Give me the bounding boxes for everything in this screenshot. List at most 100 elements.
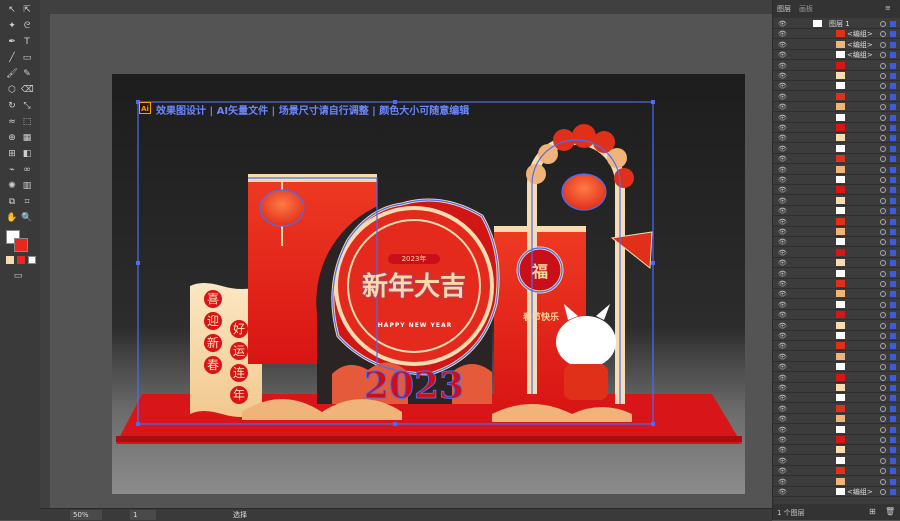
- selection-indicator[interactable]: [890, 156, 896, 163]
- artboard-navigator[interactable]: 1: [130, 510, 156, 520]
- delete-layer-icon[interactable]: 🗑: [885, 507, 895, 516]
- target-circle-icon[interactable]: [880, 239, 886, 246]
- visibility-eye-icon[interactable]: 👁: [778, 394, 787, 402]
- target-circle-icon[interactable]: [880, 52, 886, 59]
- visibility-eye-icon[interactable]: 👁: [778, 186, 787, 194]
- selection-indicator[interactable]: [890, 457, 896, 464]
- visibility-eye-icon[interactable]: 👁: [778, 415, 787, 423]
- layer-row[interactable]: 👁: [773, 300, 900, 310]
- selection-indicator[interactable]: [890, 62, 896, 69]
- layer-row[interactable]: 👁: [773, 185, 900, 196]
- visibility-eye-icon[interactable]: 👁: [778, 384, 787, 392]
- layer-row[interactable]: 👁: [773, 258, 900, 269]
- layer-row[interactable]: 👁: [773, 248, 900, 258]
- visibility-eye-icon[interactable]: 👁: [778, 20, 787, 28]
- layer-row[interactable]: 👁: [773, 477, 900, 487]
- layer-row[interactable]: 👁: [773, 165, 900, 175]
- visibility-eye-icon[interactable]: 👁: [778, 332, 787, 340]
- visibility-eye-icon[interactable]: 👁: [778, 176, 787, 184]
- layer-row[interactable]: 👁: [773, 237, 900, 248]
- layer-row[interactable]: 👁: [773, 279, 900, 289]
- artboard[interactable]: Ai 效果图设计 | AI矢量文件 | 场景尺寸请自行调整 | 颜色大小可随意编…: [112, 74, 745, 494]
- selection-indicator[interactable]: [890, 197, 896, 204]
- target-circle-icon[interactable]: [880, 405, 886, 412]
- visibility-eye-icon[interactable]: 👁: [778, 467, 787, 475]
- selection-indicator[interactable]: [890, 426, 896, 433]
- target-circle-icon[interactable]: [880, 93, 886, 100]
- selection-indicator[interactable]: [890, 208, 896, 215]
- visibility-eye-icon[interactable]: 👁: [778, 82, 787, 90]
- lasso-tool-icon[interactable]: ᘓ: [21, 20, 33, 32]
- visibility-eye-icon[interactable]: 👁: [778, 166, 787, 174]
- target-circle-icon[interactable]: [880, 145, 886, 152]
- artboard-tool-icon[interactable]: ⧉: [6, 196, 18, 208]
- visibility-eye-icon[interactable]: 👁: [778, 72, 787, 80]
- layer-row[interactable]: 👁: [773, 456, 900, 466]
- layer-row[interactable]: 👁: [773, 133, 900, 144]
- selection-tool-icon[interactable]: ↖: [6, 4, 18, 16]
- selection-indicator[interactable]: [890, 31, 896, 38]
- target-circle-icon[interactable]: [880, 260, 886, 267]
- target-circle-icon[interactable]: [880, 197, 886, 204]
- layer-row[interactable]: 👁: [773, 383, 900, 393]
- layer-row[interactable]: 👁: [773, 123, 900, 133]
- target-circle-icon[interactable]: [880, 333, 886, 339]
- target-circle-icon[interactable]: [880, 437, 886, 443]
- visibility-eye-icon[interactable]: 👁: [778, 145, 787, 153]
- shaper-tool-icon[interactable]: ⬡: [6, 84, 18, 96]
- layer-row[interactable]: 👁: [773, 217, 900, 227]
- target-circle-icon[interactable]: [880, 104, 886, 111]
- layer-row[interactable]: 👁: [773, 206, 900, 217]
- selection-indicator[interactable]: [890, 73, 896, 79]
- target-circle-icon[interactable]: [880, 208, 886, 215]
- group-name[interactable]: <编组>: [847, 487, 873, 497]
- selection-indicator[interactable]: [890, 353, 896, 360]
- target-circle-icon[interactable]: [880, 353, 886, 360]
- panel-menu-icon[interactable]: ≡: [885, 4, 891, 12]
- visibility-eye-icon[interactable]: 👁: [778, 436, 787, 444]
- zoom-tool-icon[interactable]: 🔍: [21, 212, 33, 224]
- free-transform-tool-icon[interactable]: ⬚: [21, 116, 33, 128]
- eyedropper-tool-icon[interactable]: ⌁: [6, 164, 18, 176]
- target-circle-icon[interactable]: [880, 73, 886, 79]
- visibility-eye-icon[interactable]: 👁: [778, 301, 787, 309]
- target-circle-icon[interactable]: [880, 281, 886, 287]
- visibility-eye-icon[interactable]: 👁: [778, 114, 787, 122]
- selection-indicator[interactable]: [890, 447, 896, 454]
- visibility-eye-icon[interactable]: 👁: [778, 446, 787, 454]
- visibility-eye-icon[interactable]: 👁: [778, 93, 787, 101]
- target-circle-icon[interactable]: [880, 114, 886, 121]
- target-circle-icon[interactable]: [880, 41, 886, 48]
- target-circle-icon[interactable]: [880, 21, 886, 27]
- selection-indicator[interactable]: [890, 405, 896, 412]
- group-name[interactable]: <编组>: [847, 29, 873, 39]
- visibility-eye-icon[interactable]: 👁: [778, 457, 787, 465]
- target-circle-icon[interactable]: [880, 249, 886, 256]
- layer-row[interactable]: 👁: [773, 310, 900, 321]
- visibility-eye-icon[interactable]: 👁: [778, 207, 787, 215]
- layer-row[interactable]: 👁: [773, 289, 900, 300]
- layer-row[interactable]: 👁: [773, 414, 900, 425]
- perspective-grid-tool-icon[interactable]: ▦: [21, 132, 33, 144]
- visibility-eye-icon[interactable]: 👁: [778, 41, 787, 49]
- layer-row[interactable]: 👁: [773, 435, 900, 445]
- target-circle-icon[interactable]: [880, 343, 886, 350]
- selection-indicator[interactable]: [890, 301, 896, 308]
- target-circle-icon[interactable]: [880, 489, 886, 495]
- visibility-eye-icon[interactable]: 👁: [778, 259, 787, 267]
- target-circle-icon[interactable]: [880, 270, 886, 277]
- screen-mode-icon[interactable]: ▭: [12, 270, 24, 282]
- target-circle-icon[interactable]: [880, 83, 886, 90]
- zoom-field[interactable]: 50%: [70, 510, 102, 520]
- visibility-eye-icon[interactable]: 👁: [778, 280, 787, 288]
- none-mode-icon[interactable]: [28, 256, 36, 264]
- blend-tool-icon[interactable]: ∞: [21, 164, 33, 176]
- visibility-eye-icon[interactable]: 👁: [778, 134, 787, 142]
- target-circle-icon[interactable]: [880, 291, 886, 298]
- selection-indicator[interactable]: [890, 374, 896, 381]
- pencil-tool-icon[interactable]: ✎: [21, 68, 33, 80]
- visibility-eye-icon[interactable]: 👁: [778, 155, 787, 163]
- layer-row[interactable]: 👁: [773, 331, 900, 341]
- stroke-swatch[interactable]: [14, 238, 28, 252]
- layer-row[interactable]: 👁: [773, 227, 900, 237]
